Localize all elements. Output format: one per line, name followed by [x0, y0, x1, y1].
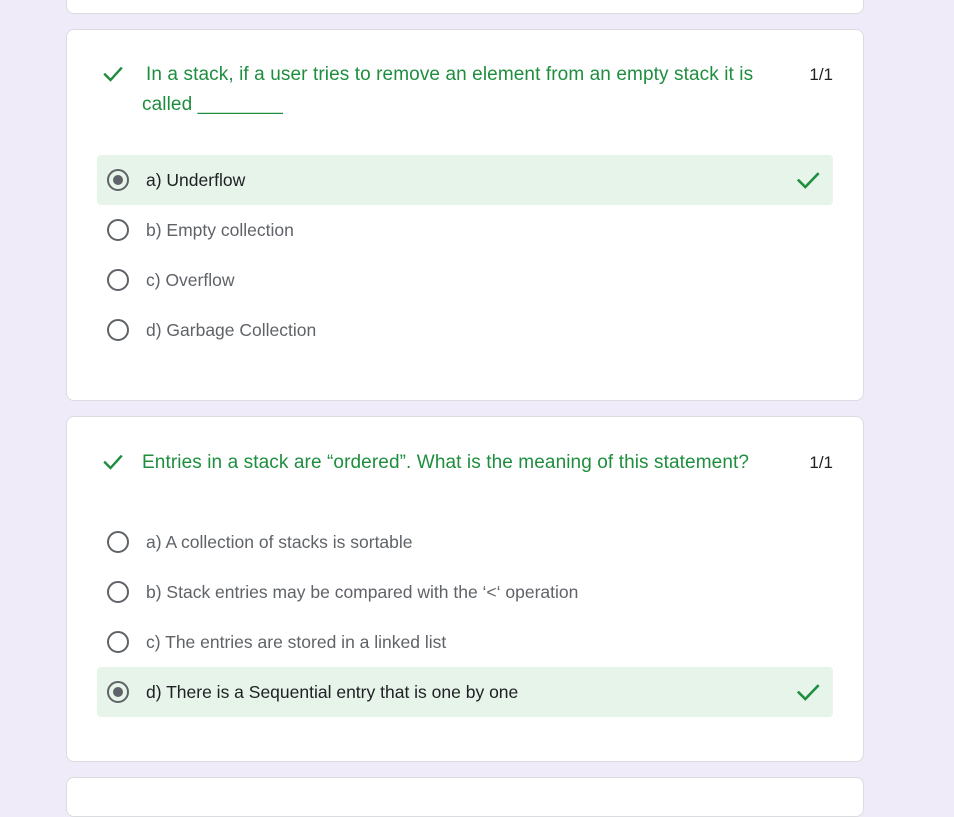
option-a[interactable]: a) Underflow: [97, 155, 833, 205]
option-b[interactable]: b) Empty collection: [97, 205, 833, 255]
question-card: In a stack, if a user tries to remove an…: [66, 29, 864, 401]
question-score: 1/1: [809, 65, 833, 84]
option-c[interactable]: c) Overflow: [97, 255, 833, 305]
radio-button[interactable]: [107, 581, 129, 603]
option-label: c) Overflow: [146, 269, 235, 290]
option-label: c) The entries are stored in a linked li…: [146, 631, 447, 652]
option-label: d) There is a Sequential entry that is o…: [146, 681, 519, 702]
radio-button[interactable]: [107, 269, 129, 291]
question-header: Entries in a stack are “ordered”. What i…: [101, 448, 833, 478]
question-score: 1/1: [809, 453, 833, 472]
radio-button-checked[interactable]: [107, 169, 129, 191]
radio-button[interactable]: [107, 531, 129, 553]
option-label: a) Underflow: [146, 169, 246, 190]
option-d[interactable]: d) There is a Sequential entry that is o…: [97, 667, 833, 717]
correct-check-icon: [103, 66, 123, 82]
radio-button[interactable]: [107, 219, 129, 241]
option-label: b) Empty collection: [146, 219, 294, 240]
options-list: a) Underflow b) Empty collection c) Over…: [97, 155, 833, 355]
option-b[interactable]: b) Stack entries may be compared with th…: [97, 567, 833, 617]
correct-check-icon: [796, 684, 820, 701]
correct-check-icon: [103, 454, 123, 470]
options-list: a) A collection of stacks is sortable b)…: [97, 517, 833, 717]
question-text: In a stack, if a user tries to remove an…: [142, 64, 754, 115]
option-c[interactable]: c) The entries are stored in a linked li…: [97, 617, 833, 667]
question-header: In a stack, if a user tries to remove an…: [101, 60, 833, 120]
option-label: b) Stack entries may be compared with th…: [146, 581, 579, 602]
radio-button[interactable]: [107, 319, 129, 341]
question-card: Entries in a stack are “ordered”. What i…: [66, 416, 864, 762]
option-a[interactable]: a) A collection of stacks is sortable: [97, 517, 833, 567]
next-question-card: [66, 777, 864, 817]
radio-button-checked[interactable]: [107, 681, 129, 703]
option-d[interactable]: d) Garbage Collection: [97, 305, 833, 355]
radio-button[interactable]: [107, 631, 129, 653]
option-label: d) Garbage Collection: [146, 319, 317, 340]
correct-check-icon: [796, 172, 820, 189]
option-label: a) A collection of stacks is sortable: [146, 531, 413, 552]
previous-question-card: [66, 0, 864, 14]
question-text: Entries in a stack are “ordered”. What i…: [142, 452, 750, 473]
